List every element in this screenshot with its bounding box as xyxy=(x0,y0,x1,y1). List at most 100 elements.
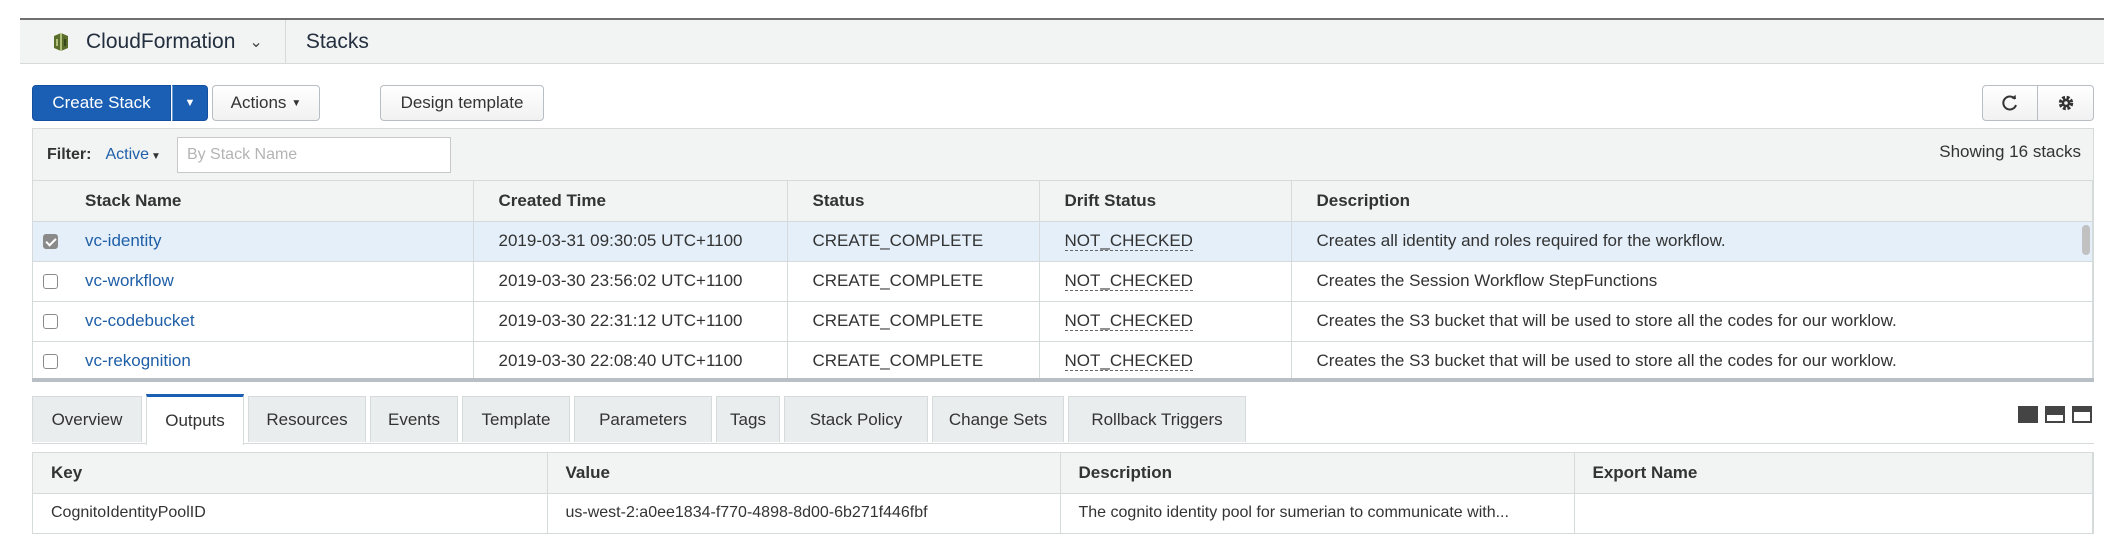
table-row: CognitoIdentityPoolID us-west-2:a0ee1834… xyxy=(33,493,2093,534)
actions-label: Actions xyxy=(230,93,287,112)
outputs-table: Key Value Description Export Name Cognit… xyxy=(33,453,2093,534)
select-column-header xyxy=(33,181,67,222)
table-header-row: Stack Name Created Time Status Drift Sta… xyxy=(33,181,2093,222)
tab-change-sets[interactable]: Change Sets xyxy=(932,396,1064,442)
tab-events[interactable]: Events xyxy=(370,396,458,442)
filter-label: Filter: xyxy=(47,145,92,163)
table-row[interactable]: vc-rekognition 2019-03-30 22:08:40 UTC+1… xyxy=(33,341,2093,379)
description-cell: Creates all identity and roles required … xyxy=(1291,221,2093,262)
stack-count: Showing 16 stacks xyxy=(1939,142,2081,161)
row-checkbox-cell[interactable] xyxy=(33,341,67,379)
status-cell: CREATE_COMPLETE xyxy=(787,301,1040,342)
refresh-icon xyxy=(2002,94,2017,111)
column-header[interactable]: Status xyxy=(787,181,1040,222)
created-time-cell: 2019-03-30 22:08:40 UTC+1100 xyxy=(473,341,788,379)
panel-resize-handle[interactable] xyxy=(32,378,2094,382)
outputs-panel: Key Value Description Export Name Cognit… xyxy=(32,452,2094,534)
filter-status-label: Active xyxy=(105,145,150,163)
tab-template[interactable]: Template xyxy=(462,396,570,442)
description-cell: Creates the Session Workflow StepFunctio… xyxy=(1291,261,2093,302)
tab-tags[interactable]: Tags xyxy=(716,396,780,442)
stack-name-link[interactable]: vc-workflow xyxy=(85,271,174,290)
tab-outputs[interactable]: Outputs xyxy=(146,394,244,445)
actions-button[interactable]: Actions ▼ xyxy=(212,85,320,121)
tab-resources[interactable]: Resources xyxy=(248,396,366,442)
stacks-table: Stack Name Created Time Status Drift Sta… xyxy=(33,181,2093,379)
tab-parameters[interactable]: Parameters xyxy=(574,396,712,442)
stack-name-cell: vc-rekognition xyxy=(67,341,474,379)
created-time-cell: 2019-03-30 23:56:02 UTC+1100 xyxy=(473,261,788,302)
output-value-cell: us-west-2:a0ee1834-f770-4898-8d00-6b271f… xyxy=(547,493,1061,534)
stack-name-link[interactable]: vc-codebucket xyxy=(85,311,195,330)
column-header[interactable]: Export Name xyxy=(1574,453,2093,494)
stack-name-cell: vc-workflow xyxy=(67,261,474,302)
status-cell: CREATE_COMPLETE xyxy=(787,341,1040,379)
row-checkbox-cell[interactable] xyxy=(33,261,67,302)
row-checkbox[interactable] xyxy=(42,234,58,250)
design-template-button[interactable]: Design template xyxy=(380,85,544,121)
caret-down-icon: ▼ xyxy=(151,150,161,162)
description-cell: Creates the S3 bucket that will be used … xyxy=(1291,301,2093,342)
stack-name-link[interactable]: vc-identity xyxy=(85,231,162,250)
service-name[interactable]: CloudFormation xyxy=(86,30,235,54)
row-checkbox[interactable] xyxy=(42,274,58,290)
drift-status-text[interactable]: NOT_CHECKED xyxy=(1064,271,1193,291)
description-cell: Creates the S3 bucket that will be used … xyxy=(1291,341,2093,379)
column-header[interactable]: Description xyxy=(1291,181,2093,222)
drift-status-text[interactable]: NOT_CHECKED xyxy=(1064,311,1193,331)
settings-button[interactable] xyxy=(2038,85,2094,121)
refresh-button[interactable] xyxy=(1982,85,2038,121)
chevron-down-icon[interactable]: ⌄ xyxy=(249,32,262,52)
tab-overview[interactable]: Overview xyxy=(32,396,142,442)
column-header[interactable]: Key xyxy=(33,453,548,494)
column-header[interactable]: Stack Name xyxy=(67,181,474,222)
column-header[interactable]: Drift Status xyxy=(1039,181,1292,222)
output-export-name-cell xyxy=(1574,493,2093,534)
created-time-cell: 2019-03-30 22:31:12 UTC+1100 xyxy=(473,301,788,342)
filter-bar: Filter: Active▼ Showing 16 stacks xyxy=(33,129,2093,181)
filter-status-dropdown[interactable]: Active ▼ xyxy=(105,146,160,164)
table-row[interactable]: vc-identity 2019-03-31 09:30:05 UTC+1100… xyxy=(33,221,2093,262)
drift-status-cell: NOT_CHECKED xyxy=(1039,261,1292,302)
column-header[interactable]: Created Time xyxy=(473,181,788,222)
status-cell: CREATE_COMPLETE xyxy=(787,261,1040,302)
row-checkbox-cell[interactable] xyxy=(33,301,67,342)
table-row[interactable]: vc-codebucket 2019-03-30 22:31:12 UTC+11… xyxy=(33,301,2093,342)
stack-name-link[interactable]: vc-rekognition xyxy=(85,351,191,370)
output-key-cell: CognitoIdentityPoolID xyxy=(33,493,548,534)
layout-maximize-icon[interactable] xyxy=(2018,406,2038,423)
panel-layout-controls xyxy=(2018,406,2092,423)
column-header[interactable]: Description xyxy=(1060,453,1575,494)
cloudformation-logo-icon xyxy=(54,32,68,51)
header-divider xyxy=(284,19,286,64)
drift-status-text[interactable]: NOT_CHECKED xyxy=(1064,231,1193,251)
output-description-cell: The cognito identity pool for sumerian t… xyxy=(1060,493,1575,534)
created-time-cell: 2019-03-31 09:30:05 UTC+1100 xyxy=(473,221,788,262)
column-header[interactable]: Value xyxy=(547,453,1061,494)
toolbar: Create Stack ▼ Actions ▼ Design template xyxy=(32,85,2094,121)
status-cell: CREATE_COMPLETE xyxy=(787,221,1040,262)
row-checkbox[interactable] xyxy=(42,354,58,370)
drift-status-cell: NOT_CHECKED xyxy=(1039,301,1292,342)
layout-split-icon[interactable] xyxy=(2045,406,2065,423)
row-checkbox[interactable] xyxy=(42,314,58,330)
tab-stack-policy[interactable]: Stack Policy xyxy=(784,396,928,442)
table-scrollbar[interactable] xyxy=(2082,225,2090,255)
detail-tabs: Overview Outputs Resources Events Templa… xyxy=(32,394,2094,445)
create-stack-button[interactable]: Create Stack xyxy=(32,85,171,121)
stack-name-filter-input[interactable] xyxy=(176,136,451,173)
layout-minimize-icon[interactable] xyxy=(2072,406,2092,423)
caret-down-icon: ▼ xyxy=(184,97,196,109)
drift-status-cell: NOT_CHECKED xyxy=(1039,221,1292,262)
create-stack-dropdown-button[interactable]: ▼ xyxy=(172,85,208,121)
caret-down-icon: ▼ xyxy=(291,97,302,109)
drift-status-text[interactable]: NOT_CHECKED xyxy=(1064,351,1193,371)
table-header-row: Key Value Description Export Name xyxy=(33,453,2093,494)
service-header: CloudFormation ⌄ Stacks xyxy=(20,19,2104,64)
table-row[interactable]: vc-workflow 2019-03-30 23:56:02 UTC+1100… xyxy=(33,261,2093,302)
tab-rollback-triggers[interactable]: Rollback Triggers xyxy=(1068,396,1246,442)
stacks-panel: Filter: Active▼ Showing 16 stacks Stack … xyxy=(32,128,2094,380)
drift-status-cell: NOT_CHECKED xyxy=(1039,341,1292,379)
row-checkbox-cell[interactable] xyxy=(33,221,67,262)
gear-icon xyxy=(2058,95,2073,111)
